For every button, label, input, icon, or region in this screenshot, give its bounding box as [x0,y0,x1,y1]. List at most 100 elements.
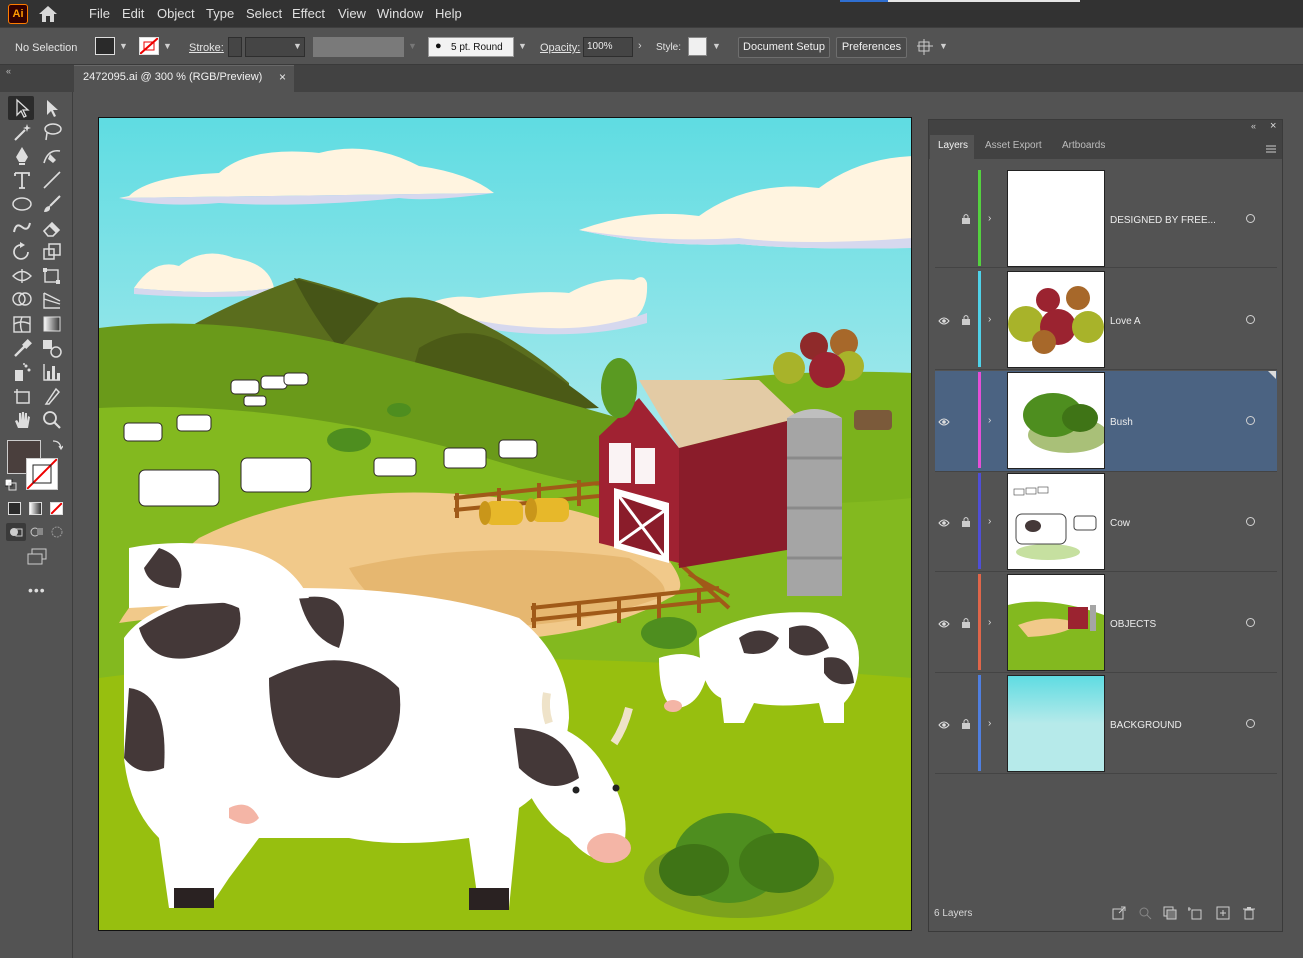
menu-view[interactable]: View [338,6,366,21]
menu-select[interactable]: Select [246,6,282,21]
zoom-tool-icon[interactable] [40,409,64,431]
scale-tool-icon[interactable] [40,241,64,263]
lock-icon[interactable] [961,516,971,527]
draw-behind-icon[interactable] [29,525,45,539]
chevron-down-icon[interactable]: ▼ [518,41,527,51]
chevron-right-icon[interactable]: › [988,516,991,527]
more-tools-icon[interactable]: ••• [28,582,46,598]
ellipse-tool-icon[interactable] [10,193,34,215]
lock-icon[interactable] [961,314,971,325]
artboard[interactable] [98,117,912,931]
screen-mode-icon[interactable] [26,548,48,566]
eye-icon[interactable] [938,618,950,628]
chevron-down-icon[interactable]: ▼ [293,41,302,51]
eye-icon[interactable] [938,416,950,426]
pen-tool-icon[interactable] [10,145,34,167]
none-mode-icon[interactable] [50,502,63,515]
chevron-right-icon[interactable]: › [638,40,642,52]
layer-target-circle[interactable] [1246,214,1255,223]
direct-selection-tool-icon[interactable] [40,97,64,119]
close-icon[interactable]: × [1270,120,1276,132]
column-graph-icon[interactable] [40,361,64,383]
free-transform-icon[interactable] [40,265,64,287]
layer-target-circle[interactable] [1246,517,1255,526]
magic-wand-icon[interactable] [10,121,34,143]
variable-width-profile[interactable] [313,37,404,57]
preferences-button[interactable]: Preferences [836,37,907,58]
rotate-tool-icon[interactable] [10,241,34,263]
style-swatch[interactable] [688,37,707,56]
eye-icon[interactable] [938,719,950,729]
stroke-stepper[interactable] [228,37,242,57]
collapse-toolbox-icon[interactable]: « [6,66,11,76]
gradient-mode-icon[interactable] [29,502,42,515]
tab-layers[interactable]: Layers [938,140,968,151]
curvature-tool-icon[interactable] [40,145,64,167]
lock-icon[interactable] [961,718,971,729]
layer-target-circle[interactable] [1246,618,1255,627]
eraser-icon[interactable] [40,217,64,239]
menu-window[interactable]: Window [377,6,423,21]
menu-object[interactable]: Object [157,6,195,21]
paintbrush-icon[interactable] [40,193,64,215]
draw-inside-icon[interactable] [49,525,65,539]
lasso-icon[interactable] [40,121,64,143]
chevron-down-icon[interactable]: ▼ [712,41,721,51]
panel-menu-icon[interactable] [1265,143,1277,153]
home-icon[interactable] [38,5,58,23]
layer-target-circle[interactable] [1246,315,1255,324]
layer-row[interactable] [935,674,1277,774]
new-layer-icon[interactable] [1216,906,1230,920]
draw-normal-icon[interactable] [6,523,26,541]
layer-row[interactable] [935,168,1277,268]
chevron-right-icon[interactable]: › [988,617,991,628]
new-sublayer-icon[interactable] [1187,906,1202,920]
blend-tool-icon[interactable] [40,337,64,359]
hand-tool-icon[interactable] [10,409,34,431]
layer-name[interactable]: Love A [1110,316,1141,327]
swap-colors-icon[interactable] [51,439,64,451]
layer-name[interactable]: Cow [1110,518,1130,529]
chevron-right-icon[interactable]: › [988,415,991,426]
layer-name[interactable]: Bush [1110,417,1133,428]
chevron-right-icon[interactable]: › [988,718,991,729]
layer-name[interactable]: DESIGNED BY FREE... [1110,215,1216,226]
line-tool-icon[interactable] [40,169,64,191]
tab-asset-export[interactable]: Asset Export [985,140,1042,151]
locate-object-icon[interactable] [1138,906,1152,920]
artboard-tool-icon[interactable] [10,385,34,407]
chevron-down-icon[interactable]: ▼ [163,41,172,51]
slice-tool-icon[interactable] [40,385,64,407]
layer-row[interactable] [935,472,1277,572]
color-mode-icon[interactable] [8,502,21,515]
eye-icon[interactable] [938,315,950,325]
default-colors-icon[interactable] [4,478,17,491]
menu-file[interactable]: File [89,6,110,21]
collapse-panel-icon[interactable]: « [1251,121,1256,131]
align-options-icon[interactable] [916,38,934,56]
menu-type[interactable]: Type [206,6,234,21]
layer-target-circle[interactable] [1246,416,1255,425]
stroke-swatch[interactable] [139,37,159,55]
layer-name[interactable]: BACKGROUND [1110,720,1182,731]
eye-icon[interactable] [938,517,950,527]
layer-row-selected[interactable] [935,371,1277,472]
layer-row[interactable] [935,270,1277,370]
menu-help[interactable]: Help [435,6,462,21]
export-icon[interactable] [1112,906,1126,920]
close-icon[interactable]: × [279,70,286,84]
document-setup-button[interactable]: Document Setup [738,37,830,58]
layer-target-circle[interactable] [1246,719,1255,728]
make-clipping-mask-icon[interactable] [1163,906,1177,920]
lock-icon[interactable] [961,213,971,224]
perspective-grid-icon[interactable] [40,289,64,311]
menu-edit[interactable]: Edit [122,6,144,21]
lock-icon[interactable] [961,617,971,628]
selection-tool-icon[interactable] [10,97,34,119]
symbol-sprayer-icon[interactable] [10,361,34,383]
brush-definition[interactable]: ● 5 pt. Round [428,37,514,57]
chevron-down-icon[interactable]: ▼ [119,41,128,51]
eyedropper-icon[interactable] [10,337,34,359]
trash-icon[interactable] [1242,906,1256,920]
gradient-tool-icon[interactable] [40,313,64,335]
